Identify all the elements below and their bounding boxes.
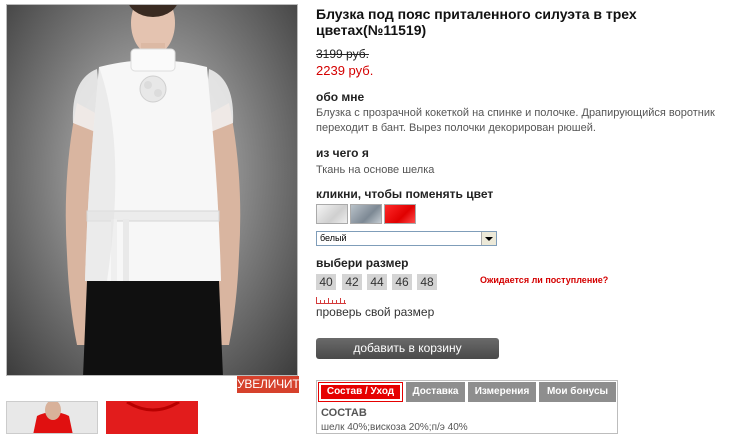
- size-option-44[interactable]: 44: [367, 274, 387, 290]
- tab-measurements[interactable]: Измерения: [468, 382, 536, 402]
- product-title: Блузка под пояс приталенного силуэта в т…: [316, 6, 637, 38]
- material-heading: из чего я: [316, 146, 369, 160]
- composition-heading: СОСТАВ: [321, 407, 367, 419]
- model-photo-illustration: [65, 5, 241, 375]
- thumbnail-image: [7, 402, 97, 433]
- ruler-icon: [316, 297, 346, 304]
- color-swatch-grey[interactable]: [350, 204, 382, 224]
- size-option-40[interactable]: 40: [316, 274, 336, 290]
- chevron-down-icon[interactable]: [481, 232, 496, 245]
- thumbnail-image: [107, 402, 197, 433]
- color-select[interactable]: белый: [316, 231, 497, 246]
- color-swatch-white[interactable]: [316, 204, 348, 224]
- tab-composition-care[interactable]: Состав / Уход: [318, 382, 403, 402]
- zoom-button[interactable]: УВЕЛИЧИТЬ: [237, 376, 307, 393]
- tab-bonuses[interactable]: Мои бонусы: [539, 382, 616, 402]
- size-option-48[interactable]: 48: [417, 274, 437, 290]
- color-select-value: белый: [320, 233, 347, 243]
- product-info-tabs: Состав / Уход Доставка Измерения Мои бон…: [316, 380, 618, 434]
- about-heading: обо мне: [316, 90, 365, 104]
- material-text: Ткань на основе шелка: [316, 164, 435, 176]
- product-main-image[interactable]: [6, 4, 298, 376]
- color-heading: кликни, чтобы поменять цвет: [316, 187, 494, 201]
- color-swatch-red[interactable]: [384, 204, 416, 224]
- thumbnail-red-blouse[interactable]: [106, 401, 198, 434]
- size-heading: выбери размер: [316, 256, 409, 270]
- size-option-46[interactable]: 46: [392, 274, 412, 290]
- tab-delivery[interactable]: Доставка: [406, 382, 465, 402]
- check-size-link[interactable]: проверь свой размер: [316, 305, 434, 319]
- add-to-cart-button[interactable]: добавить в корзину: [316, 338, 499, 359]
- sale-price: 2239 руб.: [316, 63, 374, 78]
- size-option-42[interactable]: 42: [342, 274, 362, 290]
- old-price: 3199 руб.: [316, 47, 369, 61]
- about-text: Блузка с прозрачной кокеткой на спинке и…: [316, 107, 715, 134]
- composition-text: шелк 40%;вискоза 20%;п/э 40%: [321, 422, 468, 433]
- thumbnail-back-view[interactable]: [6, 401, 98, 434]
- availability-link[interactable]: Ожидается ли поступление?: [480, 275, 608, 285]
